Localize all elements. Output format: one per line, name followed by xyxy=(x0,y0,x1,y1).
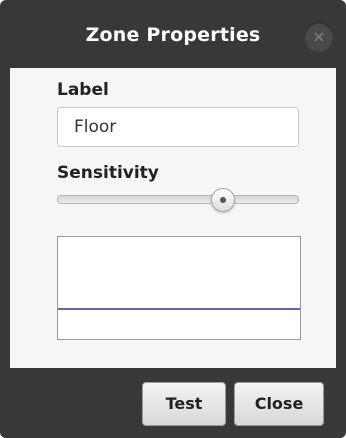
sensitivity-graph xyxy=(57,236,301,340)
sensitivity-heading: Sensitivity xyxy=(57,163,159,183)
close-x-icon[interactable]: × xyxy=(304,22,334,52)
zone-properties-dialog: Zone Properties × Label Sensitivity Test… xyxy=(0,0,346,438)
dialog-title: Zone Properties xyxy=(85,24,261,46)
slider-track xyxy=(57,195,299,204)
label-input[interactable] xyxy=(57,107,299,147)
close-button[interactable]: Close xyxy=(234,382,324,426)
sensitivity-slider[interactable] xyxy=(57,186,299,212)
dialog-footer: Test Close xyxy=(0,368,346,438)
threshold-line xyxy=(58,308,300,310)
dialog-content: Label Sensitivity xyxy=(10,68,336,368)
test-button[interactable]: Test xyxy=(142,382,226,426)
dialog-titlebar: Zone Properties × xyxy=(0,0,346,68)
label-heading: Label xyxy=(57,80,109,100)
slider-thumb[interactable] xyxy=(210,188,235,212)
